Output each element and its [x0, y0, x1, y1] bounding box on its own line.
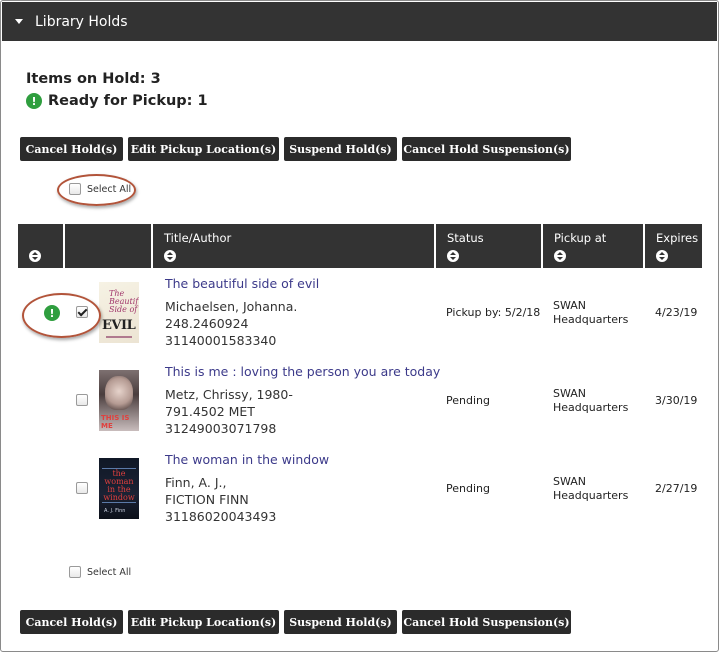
status-text: Pending [446, 394, 490, 407]
cover-title-text: THIS IS ME [101, 414, 130, 430]
call-number: FICTION FINN [165, 492, 249, 507]
cancel-hold-suspension-button[interactable]: Cancel Hold Suspension(s) [402, 137, 571, 161]
barcode: 31249003071798 [165, 421, 277, 436]
column-label: Pickup at [554, 231, 607, 245]
barcode: 31186020043493 [165, 509, 277, 524]
edit-pickup-location-button[interactable]: Edit Pickup Location(s) [128, 610, 279, 634]
cancel-hold-suspension-button[interactable]: Cancel Hold Suspension(s) [402, 610, 571, 634]
table-row: ! The Beautiful Side of EVIL The beautif… [18, 268, 701, 356]
pickup-location: SWAN Headquarters [553, 299, 628, 327]
cover-portrait [105, 376, 133, 410]
status-text: Pending [446, 482, 490, 495]
item-meta: Michaelsen, Johanna. 248.2460924 3114000… [165, 298, 297, 349]
collapse-caret-icon[interactable] [15, 19, 23, 24]
item-meta: Metz, Chrissy, 1980- 791.4502 MET 312490… [165, 386, 293, 437]
holds-summary: Items on Hold: 3 ! Ready for Pickup: 1 [26, 68, 208, 112]
row-checkbox[interactable] [76, 394, 88, 406]
cancel-holds-button[interactable]: Cancel Hold(s) [20, 137, 123, 161]
cover-rule [102, 468, 136, 469]
ready-exclamation-icon: ! [26, 93, 42, 109]
pickup-location: SWAN Headquarters [553, 387, 628, 415]
pickup-line-1: SWAN [553, 475, 587, 488]
column-header-status[interactable]: Status [436, 224, 541, 268]
pickup-line-1: SWAN [553, 299, 587, 312]
suspend-holds-button[interactable]: Suspend Hold(s) [284, 610, 397, 634]
annotation-ellipse [57, 174, 136, 206]
call-number: 791.4502 MET [165, 404, 255, 419]
action-buttons-top: Cancel Hold(s) Edit Pickup Location(s) S… [20, 137, 571, 161]
column-header-expires[interactable]: Expires [645, 224, 702, 268]
action-buttons-bottom: Cancel Hold(s) Edit Pickup Location(s) S… [20, 610, 571, 634]
barcode: 31140001583340 [165, 333, 277, 348]
suspend-holds-button[interactable]: Suspend Hold(s) [284, 137, 397, 161]
edit-pickup-location-button[interactable]: Edit Pickup Location(s) [128, 137, 279, 161]
sort-icon[interactable] [656, 250, 668, 262]
title-link[interactable]: The woman in the window [165, 452, 329, 467]
book-cover-beautiful-side-of-evil[interactable]: The Beautiful Side of EVIL [99, 282, 139, 343]
author: Michaelsen, Johanna. [165, 299, 298, 314]
cover-word-text: EVIL [102, 318, 136, 333]
column-label: Status [447, 231, 484, 245]
pickup-line-2: Headquarters [553, 401, 629, 414]
panel-title: Library Holds [35, 13, 128, 30]
cover-author-text: A. J. Finn [104, 508, 126, 514]
annotation-ellipse [22, 293, 101, 338]
title-link[interactable]: This is me : loving the person you are t… [165, 364, 440, 379]
cover-rule [106, 336, 132, 338]
expires-date: 3/30/19 [655, 394, 698, 407]
ready-for-pickup-text: Ready for Pickup: 1 [48, 93, 208, 109]
column-header-pickup-at[interactable]: Pickup at [543, 224, 643, 268]
cover-rule [102, 502, 136, 503]
table-row: the woman in the window A. J. Finn The w… [18, 444, 701, 532]
sort-icon[interactable] [29, 250, 41, 262]
author: Metz, Chrissy, 1980- [165, 387, 293, 402]
table-row: THIS IS ME This is me : loving the perso… [18, 356, 701, 444]
items-on-hold: Items on Hold: 3 [26, 71, 161, 87]
sort-icon[interactable] [554, 250, 566, 262]
status-text: Pickup by: 5/2/18 [446, 306, 541, 319]
expires-date: 2/27/19 [655, 482, 698, 495]
column-header-title-author[interactable]: Title/Author [153, 224, 434, 268]
pickup-line-1: SWAN [553, 387, 587, 400]
panel-header[interactable]: Library Holds [2, 2, 717, 41]
item-meta: Finn, A. J., FICTION FINN 31186020043493 [165, 474, 276, 525]
select-all-checkbox[interactable] [69, 566, 81, 578]
cancel-holds-button[interactable]: Cancel Hold(s) [20, 610, 123, 634]
cover-title-text: The Beautiful Side of [109, 289, 139, 314]
ready-for-pickup-line: ! Ready for Pickup: 1 [26, 90, 208, 112]
column-header-ready[interactable] [18, 224, 63, 268]
call-number: 248.2460924 [165, 316, 249, 331]
column-label: Expires [656, 231, 699, 245]
sort-icon[interactable] [164, 250, 176, 262]
select-all-bottom[interactable]: Select All [69, 566, 131, 578]
library-holds-panel: Library Holds Items on Hold: 3 ! Ready f… [0, 0, 719, 652]
title-link[interactable]: The beautiful side of evil [165, 276, 319, 291]
book-cover-woman-in-the-window[interactable]: the woman in the window A. J. Finn [99, 458, 139, 519]
select-all-label: Select All [87, 566, 132, 578]
pickup-line-2: Headquarters [553, 313, 629, 326]
sort-icon[interactable] [447, 250, 459, 262]
author: Finn, A. J., [165, 475, 227, 490]
pickup-line-2: Headquarters [553, 489, 629, 502]
column-label: Title/Author [164, 231, 232, 245]
book-cover-this-is-me[interactable]: THIS IS ME [99, 370, 139, 431]
row-checkbox[interactable] [76, 482, 88, 494]
holds-table-header: Title/Author Status Pickup at Expires [18, 224, 702, 268]
expires-date: 4/23/19 [655, 306, 698, 319]
column-header-select [65, 224, 151, 268]
cover-title-text: the woman in the window [103, 469, 135, 502]
pickup-location: SWAN Headquarters [553, 475, 628, 503]
